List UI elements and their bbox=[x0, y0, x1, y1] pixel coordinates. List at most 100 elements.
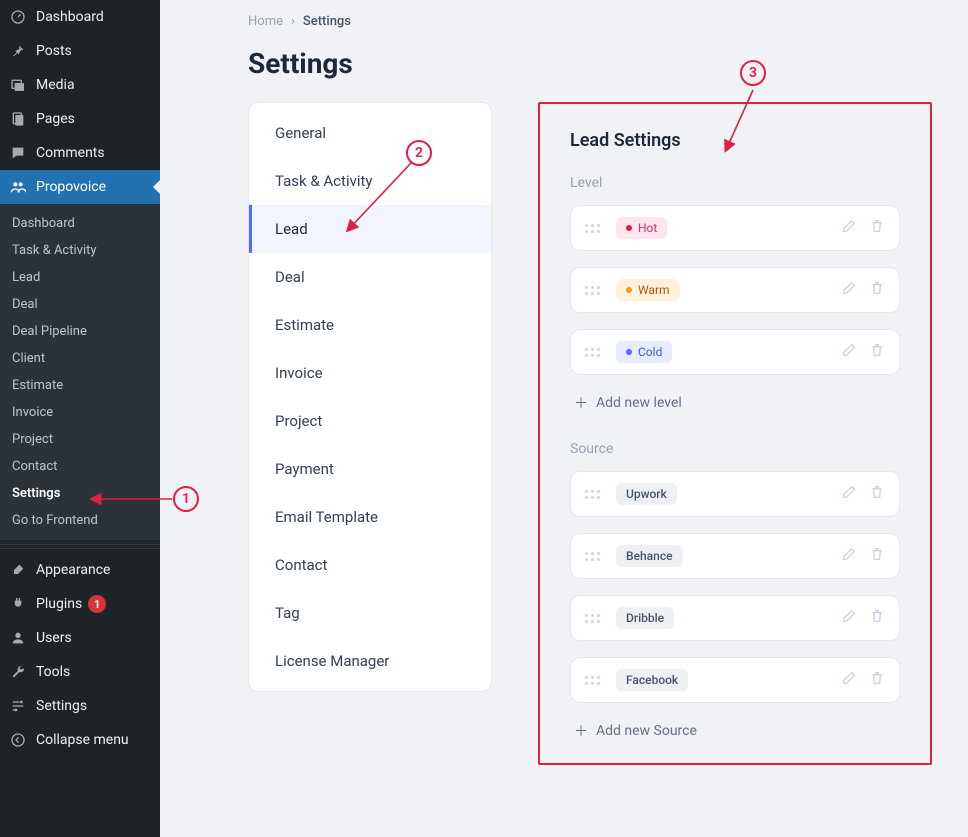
sidebar-sub-project[interactable]: Project bbox=[0, 426, 160, 453]
lead-settings-panel: Lead Settings Level HotWarmCold ＋ Add ne… bbox=[538, 102, 932, 765]
page-title: Settings bbox=[248, 47, 940, 80]
group-icon bbox=[8, 179, 28, 195]
edit-button[interactable] bbox=[841, 280, 857, 300]
sidebar-item-collapse-menu[interactable]: Collapse menu bbox=[0, 723, 160, 757]
plug-icon bbox=[8, 596, 28, 612]
user-icon bbox=[8, 630, 28, 646]
sidebar-separator bbox=[0, 544, 160, 549]
delete-button[interactable] bbox=[869, 670, 885, 690]
dashboard-icon bbox=[8, 9, 28, 25]
drag-handle-icon[interactable] bbox=[585, 286, 600, 295]
delete-button[interactable] bbox=[869, 484, 885, 504]
update-badge: 1 bbox=[88, 595, 106, 613]
sidebar-item-label: Plugins bbox=[36, 596, 82, 612]
sidebar-sub-task-activity[interactable]: Task & Activity bbox=[0, 237, 160, 264]
delete-button[interactable] bbox=[869, 218, 885, 238]
level-row: Warm bbox=[570, 267, 900, 313]
level-pill-cold: Cold bbox=[616, 341, 672, 363]
add-source-label: Add new Source bbox=[596, 723, 697, 739]
sidebar-item-plugins[interactable]: Plugins 1 bbox=[0, 587, 160, 621]
drag-handle-icon[interactable] bbox=[585, 676, 600, 685]
sidebar-item-label: Media bbox=[36, 77, 75, 93]
plus-icon: ＋ bbox=[574, 721, 588, 741]
pin-icon bbox=[8, 43, 28, 59]
sidebar-sub-settings[interactable]: Settings bbox=[0, 480, 160, 507]
settings-nav-estimate[interactable]: Estimate bbox=[249, 301, 491, 349]
sidebar-item-settings[interactable]: Settings bbox=[0, 689, 160, 723]
sidebar-sub-estimate[interactable]: Estimate bbox=[0, 372, 160, 399]
settings-nav: GeneralTask & ActivityLeadDealEstimateIn… bbox=[248, 102, 492, 692]
wp-admin-sidebar: Dashboard Posts Media Pages Comments Propovo… bbox=[0, 0, 160, 837]
delete-button[interactable] bbox=[869, 608, 885, 628]
sidebar-item-label: Propovoice bbox=[36, 179, 106, 195]
add-source-button[interactable]: ＋ Add new Source bbox=[570, 719, 900, 741]
delete-button[interactable] bbox=[869, 546, 885, 566]
level-row: Cold bbox=[570, 329, 900, 375]
settings-nav-lead[interactable]: Lead bbox=[249, 205, 491, 253]
settings-nav-email-template[interactable]: Email Template bbox=[249, 493, 491, 541]
sidebar-item-label: Users bbox=[36, 630, 72, 646]
settings-nav-project[interactable]: Project bbox=[249, 397, 491, 445]
drag-handle-icon[interactable] bbox=[585, 490, 600, 499]
sidebar-item-label: Collapse menu bbox=[36, 732, 129, 748]
delete-button[interactable] bbox=[869, 342, 885, 362]
edit-button[interactable] bbox=[841, 546, 857, 566]
level-section-label: Level bbox=[570, 175, 900, 191]
sidebar-item-users[interactable]: Users bbox=[0, 621, 160, 655]
sidebar-sub-client[interactable]: Client bbox=[0, 345, 160, 372]
settings-nav-general[interactable]: General bbox=[249, 109, 491, 157]
settings-nav-invoice[interactable]: Invoice bbox=[249, 349, 491, 397]
source-pill: Facebook bbox=[616, 669, 688, 691]
source-row: Upwork bbox=[570, 471, 900, 517]
sidebar-item-media[interactable]: Media bbox=[0, 68, 160, 102]
level-pill-warm: Warm bbox=[616, 279, 680, 301]
sidebar-item-comments[interactable]: Comments bbox=[0, 136, 160, 170]
settings-nav-contact[interactable]: Contact bbox=[249, 541, 491, 589]
settings-nav-license-manager[interactable]: License Manager bbox=[249, 637, 491, 685]
delete-button[interactable] bbox=[869, 280, 885, 300]
main-content: Home › Settings Settings GeneralTask & A… bbox=[160, 0, 968, 837]
source-pill: Behance bbox=[616, 545, 683, 567]
media-icon bbox=[8, 77, 28, 93]
settings-nav-task-activity[interactable]: Task & Activity bbox=[249, 157, 491, 205]
sidebar-sub-go-to-frontend[interactable]: Go to Frontend bbox=[0, 507, 160, 534]
sidebar-sub-deal-pipeline[interactable]: Deal Pipeline bbox=[0, 318, 160, 345]
chevron-right-icon: › bbox=[291, 14, 295, 29]
sidebar-item-label: Pages bbox=[36, 111, 75, 127]
edit-button[interactable] bbox=[841, 218, 857, 238]
sidebar-item-pages[interactable]: Pages bbox=[0, 102, 160, 136]
add-level-label: Add new level bbox=[596, 395, 682, 411]
edit-button[interactable] bbox=[841, 484, 857, 504]
sidebar-item-propovoice[interactable]: Propovoice bbox=[0, 170, 160, 204]
source-row: Behance bbox=[570, 533, 900, 579]
sidebar-sub-lead[interactable]: Lead bbox=[0, 264, 160, 291]
edit-button[interactable] bbox=[841, 608, 857, 628]
edit-button[interactable] bbox=[841, 342, 857, 362]
sidebar-item-dashboard[interactable]: Dashboard bbox=[0, 0, 160, 34]
brush-icon bbox=[8, 562, 28, 578]
sliders-icon bbox=[8, 698, 28, 714]
drag-handle-icon[interactable] bbox=[585, 348, 600, 357]
settings-nav-payment[interactable]: Payment bbox=[249, 445, 491, 493]
sidebar-sub-deal[interactable]: Deal bbox=[0, 291, 160, 318]
drag-handle-icon[interactable] bbox=[585, 224, 600, 233]
sidebar-sub-dashboard[interactable]: Dashboard bbox=[0, 210, 160, 237]
settings-nav-tag[interactable]: Tag bbox=[249, 589, 491, 637]
settings-nav-deal[interactable]: Deal bbox=[249, 253, 491, 301]
sidebar-item-label: Posts bbox=[36, 43, 72, 59]
source-pill: Upwork bbox=[616, 483, 677, 505]
add-level-button[interactable]: ＋ Add new level bbox=[570, 391, 900, 431]
drag-handle-icon[interactable] bbox=[585, 614, 600, 623]
sidebar-item-posts[interactable]: Posts bbox=[0, 34, 160, 68]
sidebar-item-label: Tools bbox=[36, 664, 70, 680]
sidebar-item-appearance[interactable]: Appearance bbox=[0, 553, 160, 587]
drag-handle-icon[interactable] bbox=[585, 552, 600, 561]
breadcrumb-home[interactable]: Home bbox=[248, 14, 283, 29]
sidebar-item-label: Dashboard bbox=[36, 9, 104, 25]
sidebar-sub-contact[interactable]: Contact bbox=[0, 453, 160, 480]
sidebar-sub-invoice[interactable]: Invoice bbox=[0, 399, 160, 426]
sidebar-item-label: Comments bbox=[36, 145, 105, 161]
edit-button[interactable] bbox=[841, 670, 857, 690]
source-pill: Dribble bbox=[616, 607, 674, 629]
sidebar-item-tools[interactable]: Tools bbox=[0, 655, 160, 689]
